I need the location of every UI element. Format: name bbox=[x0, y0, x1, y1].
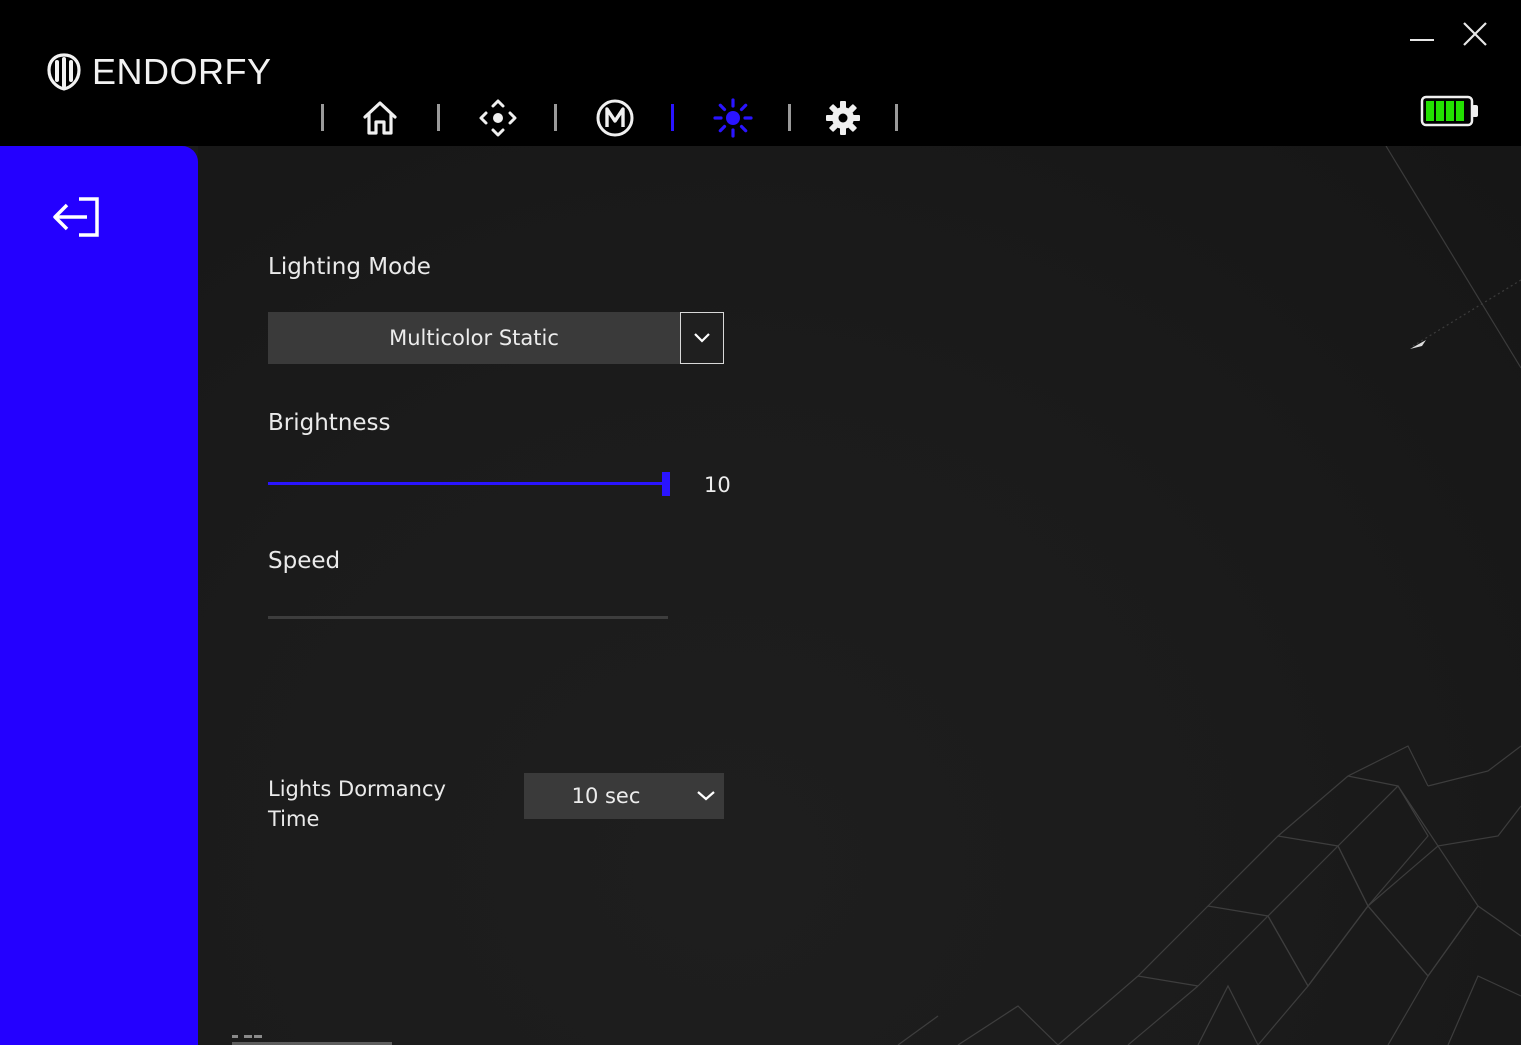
dormancy-label: Lights Dormancy Time bbox=[268, 777, 446, 831]
nav-buttons[interactable] bbox=[476, 96, 520, 140]
back-button[interactable] bbox=[48, 192, 106, 242]
lighting-mode-select[interactable]: Multicolor Static bbox=[268, 312, 724, 364]
chevron-down-icon bbox=[697, 791, 715, 801]
footer-logo-mark bbox=[232, 1035, 392, 1045]
lighting-mode-dropdown-button[interactable] bbox=[680, 312, 724, 364]
nav-separator bbox=[788, 104, 791, 131]
nav-settings[interactable] bbox=[821, 96, 865, 140]
brightness-slider-fill bbox=[268, 482, 668, 485]
minimize-icon bbox=[1410, 39, 1434, 41]
nav-separator bbox=[554, 104, 557, 131]
close-button[interactable] bbox=[1455, 14, 1495, 54]
battery-icon bbox=[1420, 95, 1478, 127]
brightness-label: Brightness bbox=[268, 410, 391, 436]
lighting-panel: Lighting Mode Multicolor Static Brightne… bbox=[198, 146, 1521, 1045]
gear-icon bbox=[826, 101, 860, 135]
exit-arrow-icon bbox=[53, 197, 99, 237]
nav-lighting[interactable] bbox=[711, 96, 755, 140]
app-window: ENDORFY Lighting Mode Multicolor Static … bbox=[0, 0, 1521, 1045]
brightness-value: 10 bbox=[704, 473, 731, 497]
lighting-mode-label: Lighting Mode bbox=[268, 254, 431, 280]
dpad-icon bbox=[479, 99, 517, 137]
background-wireframe bbox=[897, 146, 1521, 1045]
brightness-slider-thumb[interactable] bbox=[662, 472, 670, 496]
dormancy-select[interactable]: 10 sec bbox=[524, 773, 724, 819]
dormancy-dropdown-button[interactable] bbox=[694, 773, 718, 819]
brightness-slider[interactable] bbox=[268, 472, 670, 496]
minimize-button[interactable] bbox=[1402, 14, 1442, 54]
lighting-sun-icon bbox=[713, 98, 753, 138]
brand-logo: ENDORFY bbox=[46, 51, 272, 92]
endorfy-logo-icon bbox=[47, 53, 81, 91]
nav-separator bbox=[671, 104, 674, 131]
home-icon bbox=[363, 101, 397, 135]
macro-m-icon bbox=[596, 99, 634, 137]
nav-separator bbox=[321, 104, 324, 131]
speed-slider-track bbox=[268, 616, 668, 619]
nav-separator bbox=[437, 104, 440, 131]
title-bar: ENDORFY bbox=[0, 0, 1521, 146]
nav-home[interactable] bbox=[358, 96, 402, 140]
brand-name: ENDORFY bbox=[92, 51, 272, 92]
nav-separator bbox=[895, 104, 898, 131]
dormancy-value: 10 sec bbox=[571, 784, 641, 808]
nav-macro[interactable] bbox=[593, 96, 637, 140]
speed-label: Speed bbox=[268, 548, 341, 574]
side-panel bbox=[0, 146, 198, 1045]
lighting-mode-value: Multicolor Static bbox=[389, 326, 559, 350]
close-icon bbox=[1463, 22, 1487, 46]
chevron-down-icon bbox=[694, 333, 710, 343]
